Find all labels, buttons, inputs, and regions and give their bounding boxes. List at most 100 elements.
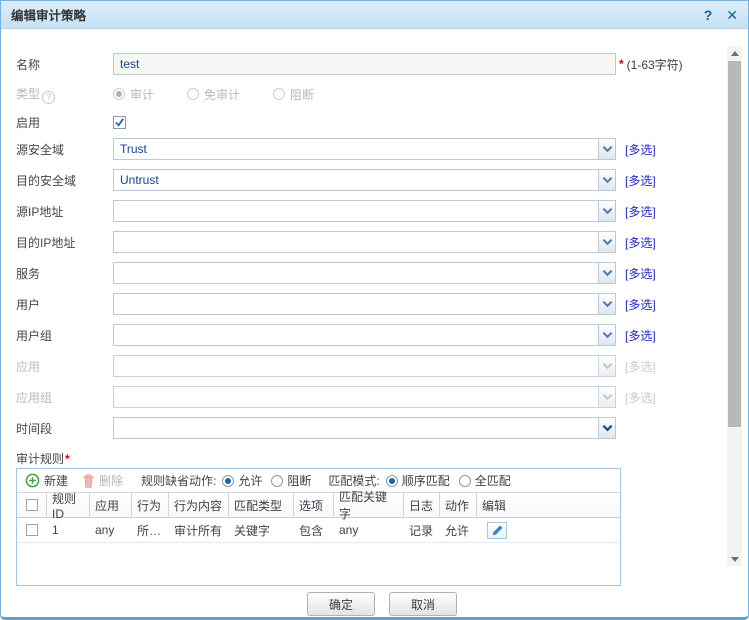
check-icon — [115, 117, 124, 127]
type-option-block: 阻断 — [273, 86, 314, 103]
row-checkbox[interactable] — [26, 524, 38, 536]
src-ip-row: 源IP地址 [多选] — [16, 200, 748, 222]
col-app[interactable]: 应用 — [90, 493, 132, 517]
name-length-hint: (1-63字符) — [626, 57, 683, 72]
radio-icon — [271, 474, 284, 487]
chevron-down-icon[interactable] — [598, 232, 615, 252]
src-zone-select[interactable]: Trust — [113, 138, 616, 160]
chevron-down-icon[interactable] — [598, 294, 615, 314]
user-group-multi-link[interactable]: [多选] — [625, 327, 656, 344]
enable-checkbox[interactable] — [113, 115, 126, 129]
user-select[interactable] — [113, 293, 616, 315]
match-mode-sequential[interactable]: 顺序匹配 — [385, 472, 450, 489]
cell-behavior: 所有... — [137, 523, 169, 538]
rules-table-header: 规则ID 应用 行为 行为内容 匹配类型 选项 匹配关键字 日志 动作 编辑 — [17, 490, 620, 521]
chevron-down-icon — [598, 356, 615, 376]
radio-icon — [458, 474, 471, 487]
col-match-type[interactable]: 匹配类型 — [229, 493, 294, 517]
trash-icon — [83, 474, 94, 488]
col-option[interactable]: 选项 — [294, 493, 334, 517]
cell-log: 记录 — [409, 523, 434, 538]
dst-ip-multi-link[interactable]: [多选] — [625, 234, 656, 251]
default-action-block[interactable]: 阻断 — [271, 472, 311, 489]
scroll-up-icon[interactable] — [727, 46, 742, 60]
type-option-audit: 审计 — [113, 86, 154, 103]
edit-rule-button[interactable] — [487, 521, 507, 539]
radio-icon — [113, 88, 125, 100]
dst-ip-row: 目的IP地址 [多选] — [16, 231, 748, 253]
col-keyword[interactable]: 匹配关键字 — [334, 490, 404, 521]
col-behavior[interactable]: 行为 — [132, 493, 169, 517]
chevron-down-icon[interactable] — [598, 139, 615, 159]
chevron-down-icon[interactable] — [598, 170, 615, 190]
time-period-row: 时间段 — [16, 417, 748, 439]
ok-button[interactable]: 确定 — [307, 592, 375, 616]
service-label: 服务 — [16, 266, 41, 281]
app-select — [113, 355, 616, 377]
user-group-select[interactable] — [113, 324, 616, 346]
service-multi-link[interactable]: [多选] — [625, 265, 656, 282]
type-help-icon: ? — [42, 90, 56, 104]
dst-ip-select[interactable] — [113, 231, 616, 253]
cell-keyword: any — [339, 523, 359, 537]
dst-zone-row: 目的安全域 Untrust [多选] — [16, 169, 748, 191]
chevron-down-icon[interactable] — [598, 263, 615, 283]
col-edit[interactable]: 编辑 — [477, 493, 517, 517]
service-select[interactable] — [113, 262, 616, 284]
app-group-row: 应用组 [多选] — [16, 386, 748, 408]
select-all-checkbox[interactable] — [25, 499, 38, 511]
chevron-down-icon — [598, 387, 615, 407]
enable-row: 启用 — [16, 112, 748, 132]
default-action-allow[interactable]: 允许 — [222, 472, 262, 489]
dst-zone-label: 目的安全域 — [16, 173, 77, 188]
dst-zone-select[interactable]: Untrust — [113, 169, 616, 191]
default-action-label: 规则缺省动作: — [141, 474, 217, 488]
scroll-down-icon[interactable] — [727, 552, 742, 566]
chevron-down-icon[interactable] — [598, 418, 615, 438]
radio-icon — [222, 474, 235, 487]
user-row: 用户 [多选] — [16, 293, 748, 315]
chevron-down-icon[interactable] — [598, 325, 615, 345]
cell-action: 允许 — [445, 523, 470, 538]
col-action[interactable]: 动作 — [440, 493, 477, 517]
cell-app: any — [95, 523, 115, 537]
type-row: 类型? 审计 免审计 阻断 — [16, 84, 748, 104]
name-label: 名称 — [16, 57, 41, 72]
dialog-body: 名称 * (1-63字符) 类型? 审计 免审计 阻断 启用 — [1, 53, 748, 616]
user-multi-link[interactable]: [多选] — [625, 296, 656, 313]
close-icon[interactable]: ✕ — [726, 8, 738, 22]
match-mode-all[interactable]: 全匹配 — [458, 472, 511, 489]
vertical-scrollbar[interactable] — [727, 46, 742, 566]
src-ip-select[interactable] — [113, 200, 616, 222]
cancel-button[interactable]: 取消 — [389, 592, 457, 616]
col-behavior-content[interactable]: 行为内容 — [169, 493, 229, 517]
chevron-down-icon[interactable] — [598, 201, 615, 221]
cell-match-type: 关键字 — [234, 523, 271, 538]
dst-ip-label: 目的IP地址 — [16, 235, 76, 250]
scrollbar-thumb[interactable] — [728, 61, 741, 427]
enable-label: 启用 — [16, 115, 41, 130]
type-option-no-audit: 免审计 — [187, 86, 240, 103]
rules-panel: 新建 删除 规则缺省动作: 允许 阻断 匹配模式: 顺序匹配 全匹配 规则ID … — [16, 468, 621, 586]
col-log[interactable]: 日志 — [404, 493, 440, 517]
select-all-checkbox-cell — [17, 493, 47, 517]
rules-toolbar: 新建 删除 规则缺省动作: 允许 阻断 匹配模式: 顺序匹配 全匹配 — [17, 469, 620, 493]
cell-rule-id: 1 — [52, 523, 59, 537]
table-row[interactable]: 1 any 所有... 审计所有 关键字 包含 any 记录 允许 — [17, 518, 620, 543]
new-rule-button[interactable]: 新建 — [25, 472, 68, 489]
help-icon[interactable]: ? — [704, 8, 713, 22]
src-ip-multi-link[interactable]: [多选] — [625, 203, 656, 220]
time-period-label: 时间段 — [16, 421, 53, 436]
src-zone-multi-link[interactable]: [多选] — [625, 141, 656, 158]
src-ip-label: 源IP地址 — [16, 204, 64, 219]
rules-required-mark: * — [65, 451, 70, 466]
radio-icon — [273, 88, 286, 100]
delete-rule-button: 删除 — [82, 472, 123, 489]
edit-audit-policy-dialog: 编辑审计策略 ? ✕ 名称 * (1-63字符) 类型? 审计 免审计 — [0, 0, 749, 620]
col-rule-id[interactable]: 规则ID — [47, 492, 90, 521]
app-label: 应用 — [16, 359, 41, 374]
time-period-select[interactable] — [113, 417, 616, 439]
radio-icon — [187, 88, 200, 100]
dst-zone-multi-link[interactable]: [多选] — [625, 172, 656, 189]
name-input[interactable] — [113, 53, 616, 75]
